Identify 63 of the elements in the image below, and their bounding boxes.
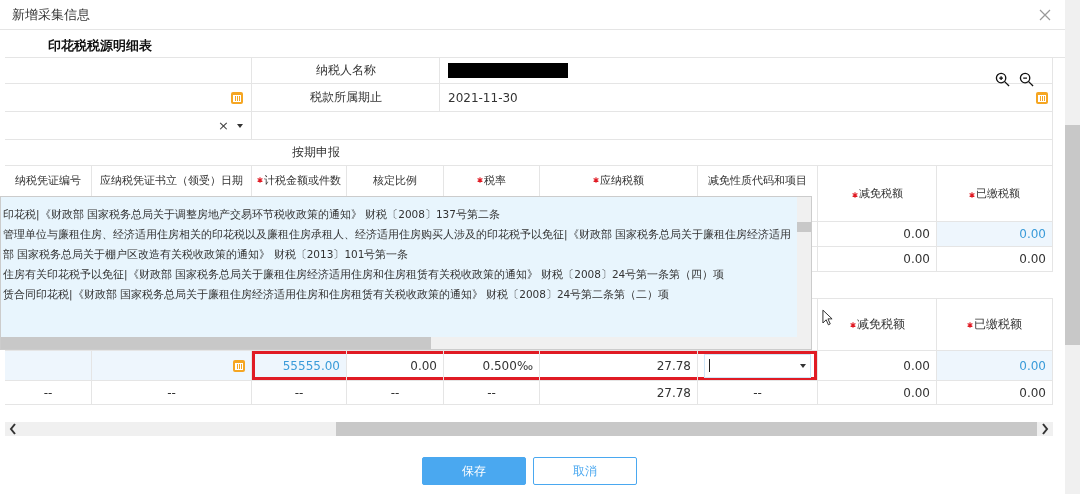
close-icon[interactable]: [1039, 8, 1051, 21]
table-cell: 0.00: [937, 222, 1053, 247]
date-value: 2021-11-30: [448, 90, 518, 105]
zoom-in-icon[interactable]: [995, 72, 1010, 87]
dropdown-option[interactable]: 部 国家税务总局关于棚户区改造有关税收政策的通知》 财税〔2013〕101号第一条: [3, 244, 409, 264]
table-cell: 0.00: [347, 351, 444, 381]
vertical-scrollbar[interactable]: [1065, 0, 1080, 494]
table-cell: --: [347, 381, 444, 405]
field-label: 纳税人名称: [252, 58, 440, 84]
date-field[interactable]: [92, 351, 252, 381]
table-cell: 0.00: [937, 351, 1053, 381]
select-field[interactable]: [704, 353, 811, 378]
dialog-title: 新增采集信息: [12, 5, 90, 24]
horizontal-scrollbar[interactable]: [5, 422, 1053, 436]
required-icon: [477, 177, 483, 183]
dropdown-option[interactable]: 住房有关印花税予以免征|《财政部 国家税务总局关于廉租住房经济适用住房和住房租赁有关税收政策的通知》 财税〔2008〕24号第一条第（四）项: [3, 264, 725, 284]
table-cell: --: [92, 381, 252, 405]
table-cell: 0.00: [937, 247, 1053, 272]
clear-button[interactable]: ×: [218, 118, 229, 133]
scroll-left-icon[interactable]: [9, 423, 17, 435]
required-icon: [849, 321, 856, 328]
required-icon: [851, 192, 858, 198]
table-cell: 0.00: [818, 247, 937, 272]
calendar-icon[interactable]: [233, 359, 245, 372]
table-cell: 0.00: [937, 381, 1053, 405]
dropdown-option[interactable]: 赁合同印花税|《财政部 国家税务总局关于廉租住房经济适用住房和住房租赁有关税收政策的通知》 财税〔2008〕24号第二条第（二）项: [3, 284, 670, 304]
column-header: 纳税凭证编号: [15, 174, 81, 188]
column-header: 已缴税额: [976, 186, 1020, 201]
column-header: 核定比例: [373, 174, 417, 188]
declare-type-text: 按期申报: [292, 144, 340, 161]
table-cell: --: [698, 381, 818, 405]
column-header: 应纳税凭证书立（领受）日期: [100, 174, 243, 188]
table-cell: 0.500‰: [444, 351, 540, 381]
zoom-out-icon[interactable]: [1019, 72, 1034, 87]
table-cell: --: [444, 381, 540, 405]
required-icon: [967, 321, 973, 328]
table-cell: 0.00: [818, 381, 937, 405]
section-title: 印花税税源明细表: [47, 37, 153, 55]
required-icon: [969, 192, 975, 198]
dropdown-option[interactable]: 印花税|《财政部 国家税务总局关于调整房地产交易环节税收政策的通知》 财税〔2008〕137号第二条: [3, 204, 500, 224]
required-icon: [593, 177, 599, 183]
table-cell: 27.78: [540, 381, 698, 405]
calendar-icon[interactable]: [1036, 91, 1048, 104]
required-icon: [257, 177, 263, 183]
dropdown-horizontal-scrollbar[interactable]: [1, 337, 811, 349]
table-cell: --: [252, 381, 347, 405]
column-header: 减免税额: [858, 186, 903, 201]
table-cell: 55555.00: [252, 351, 347, 381]
scroll-right-icon[interactable]: [1041, 423, 1049, 435]
mouse-pointer-icon: [822, 309, 833, 326]
column-header: 税率: [484, 174, 506, 188]
dropdown-option[interactable]: 管理单位与廉租住房、经济适用住房相关的印花税以及廉租住房承租人、经济适用住房购买人涉及的印花税予以免征|《财政部 国家税务总局关于廉租住房经济适用: [3, 224, 791, 244]
column-header: 减免性质代码和项目: [708, 174, 807, 188]
dropdown-scrollbar[interactable]: [797, 197, 811, 337]
table-cell: 27.78: [540, 351, 698, 381]
column-header: 减免税额: [856, 316, 905, 333]
column-header: 已缴税额: [974, 316, 1022, 333]
field-label: 税款所属期止: [252, 84, 440, 112]
calendar-icon[interactable]: [231, 91, 243, 104]
table-cell: --: [5, 381, 92, 405]
column-header: 应纳税额: [600, 174, 644, 188]
column-header: 计税金额或件数: [264, 174, 341, 188]
caret-icon[interactable]: [237, 123, 243, 128]
